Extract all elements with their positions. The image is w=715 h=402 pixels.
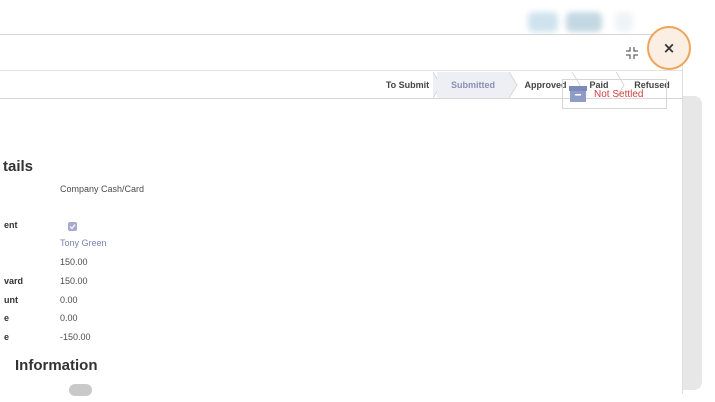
field-label: unt	[4, 295, 18, 305]
blurred-icon	[615, 12, 633, 32]
stage-submitted[interactable]: Submitted	[437, 72, 509, 98]
close-icon[interactable]: ×	[663, 40, 676, 56]
section-title-details: tails	[3, 158, 34, 175]
badge-label: Not Settled	[594, 88, 644, 100]
dialog-header: ×	[0, 26, 691, 71]
field-value: 150.00	[60, 257, 88, 267]
field-label: e	[4, 332, 10, 342]
background-scrollbar-area	[683, 96, 702, 390]
employee-link[interactable]: Tony Green	[60, 238, 107, 248]
field-value: -150.00	[60, 332, 91, 342]
toggle-switch[interactable]	[69, 384, 92, 396]
stage-separator	[509, 72, 518, 98]
blurred-icon	[528, 12, 558, 32]
background-toolbar	[0, 0, 715, 34]
field-value: 150.00	[60, 276, 88, 286]
field-label: vard	[4, 276, 24, 286]
field-value: Company Cash/Card	[60, 184, 145, 194]
section-title-information: Information	[15, 357, 98, 374]
field-label: e	[4, 313, 10, 323]
archive-icon	[569, 86, 587, 102]
check-icon	[69, 224, 76, 230]
not-settled-badge[interactable]: Not Settled	[562, 79, 667, 109]
blurred-icon	[566, 12, 602, 32]
field-value: 0.00	[60, 295, 78, 305]
stage-to-submit[interactable]: To Submit	[378, 72, 437, 98]
restore-icon[interactable]	[624, 45, 640, 61]
close-button[interactable]: ×	[647, 26, 691, 70]
field-label: ent	[4, 220, 18, 230]
field-value: 0.00	[60, 313, 78, 323]
checkbox[interactable]	[68, 222, 77, 231]
